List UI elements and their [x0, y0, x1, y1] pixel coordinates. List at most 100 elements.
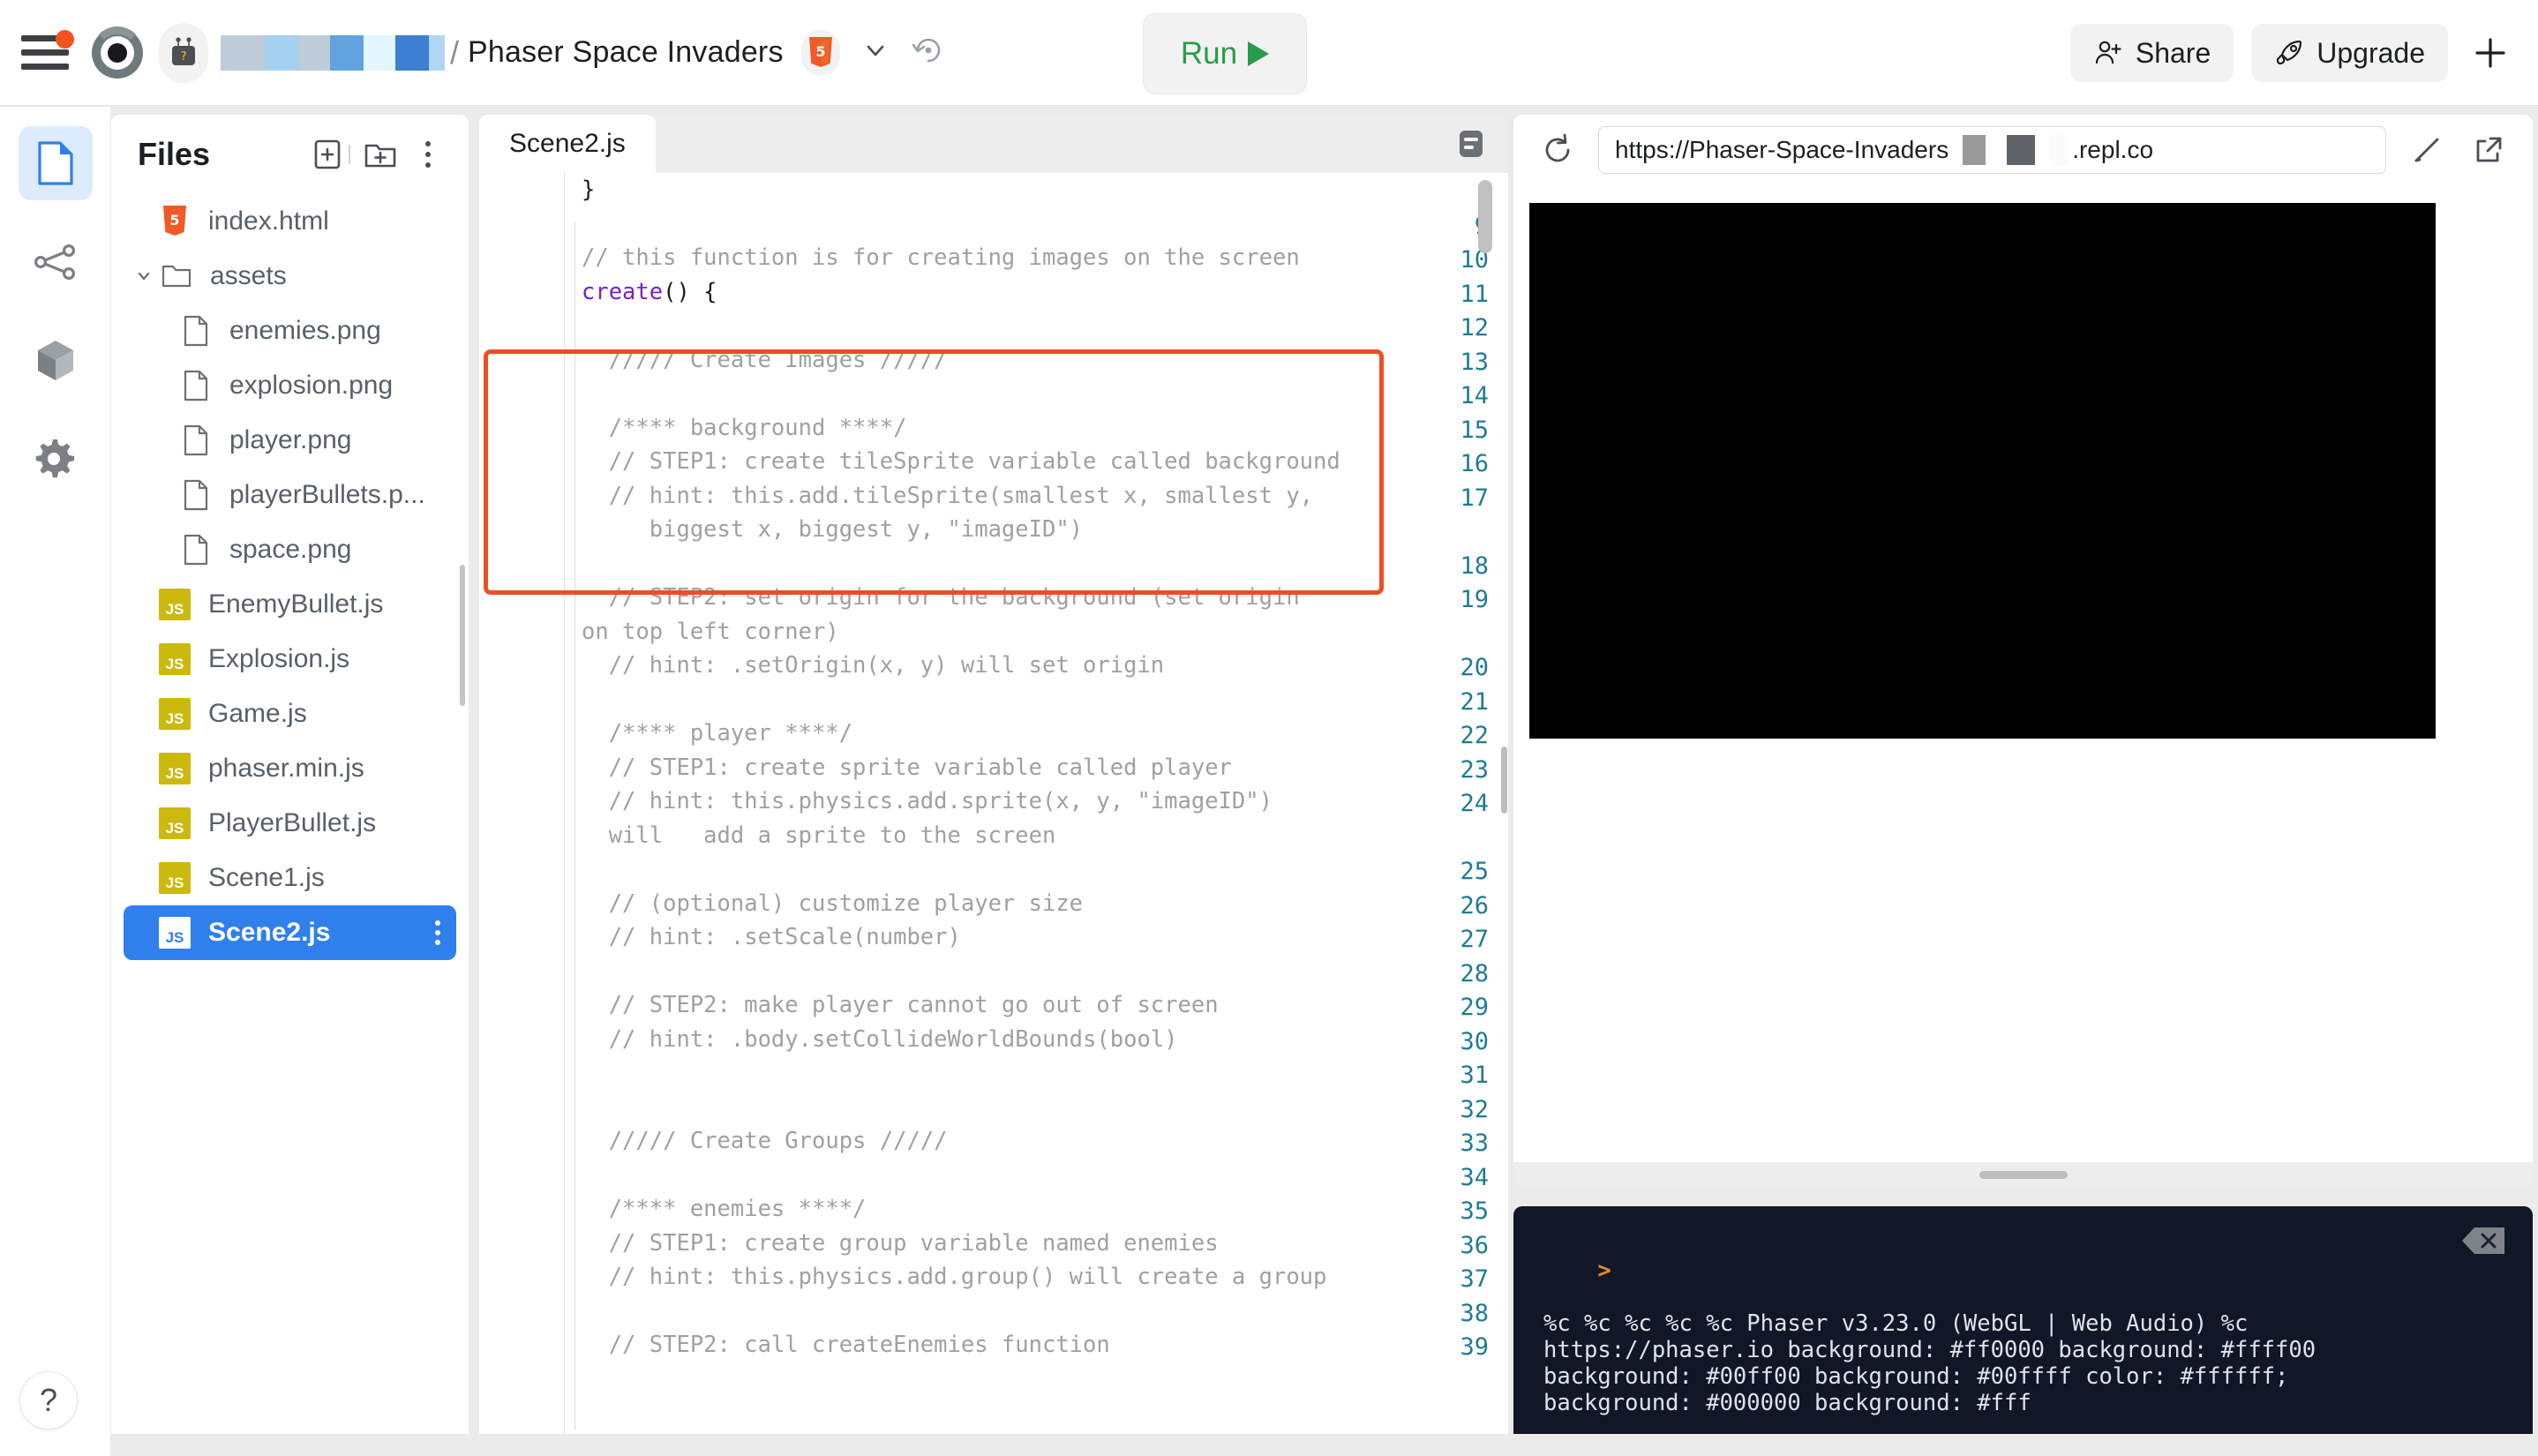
url-input[interactable]: https://Phaser-Space-Invaders .repl.co [1598, 126, 2386, 174]
file-tree-item-scene1-js[interactable]: JSScene1.js [124, 851, 456, 905]
file-type-icon: JS [157, 917, 192, 949]
line-number: 15 [1460, 417, 1489, 444]
share-button[interactable]: Share [2070, 24, 2234, 82]
chevron-down-icon[interactable] [133, 266, 154, 287]
files-scrollbar[interactable] [460, 565, 465, 706]
svg-text:5: 5 [815, 43, 825, 60]
file-tree-item-explosion-png[interactable]: explosion.png [124, 358, 456, 413]
code-line: biggest x, biggest y, "imageID") [582, 513, 1083, 547]
game-preview-canvas[interactable] [1529, 203, 2436, 739]
refresh-icon[interactable] [1536, 129, 1579, 171]
line-number: 36 [1460, 1232, 1489, 1259]
pencil-edit-icon[interactable] [2406, 129, 2448, 171]
file-type-icon [159, 262, 194, 290]
file-tree-item-space-png[interactable]: space.png [124, 522, 456, 577]
hamburger-menu-icon[interactable] [21, 34, 71, 72]
file-tree-item-enemies-png[interactable]: enemies.png [124, 304, 456, 358]
code-punctuation: () { [663, 279, 717, 305]
files-panel-header: Files [111, 115, 469, 194]
file-name-label: Explosion.js [208, 644, 349, 674]
replit-logo-icon[interactable] [90, 26, 145, 80]
run-button-label: Run [1181, 36, 1237, 71]
file-name-label: PlayerBullet.js [208, 808, 376, 838]
file-tree-item-player-png[interactable]: player.png [124, 413, 456, 468]
js-file-icon: JS [159, 589, 191, 620]
redact-block [330, 35, 364, 71]
editor-scrollbar-inner[interactable] [1501, 747, 1507, 814]
line-number: 23 [1460, 756, 1489, 784]
add-new-button[interactable] [2466, 28, 2515, 78]
sidebar-item-packages[interactable] [19, 324, 93, 398]
file-tree-item-explosion-js[interactable]: JS Explosion.js [124, 632, 456, 687]
file-tree-item-game-js[interactable]: JSGame.js [124, 687, 456, 741]
sidebar-item-settings[interactable] [19, 423, 93, 497]
line-number: 17 [1460, 484, 1489, 512]
editor-scrollbar-outer[interactable] [1478, 180, 1492, 253]
code-editor-area[interactable]: }// this function is for creating images… [479, 173, 1508, 1434]
line-number: 35 [1460, 1197, 1489, 1225]
file-type-icon [178, 424, 214, 456]
file-tree-item-scene2-js[interactable]: JSScene2.js [124, 905, 456, 960]
chevron-down-icon[interactable] [860, 34, 891, 71]
clear-console-icon[interactable] [2460, 1226, 2508, 1256]
line-number-gutter [479, 173, 565, 1434]
file-tree-item-playerbullet-js[interactable]: JSPlayerBullet.js [124, 796, 456, 851]
line-number: 32 [1460, 1096, 1489, 1123]
line-number: 38 [1460, 1300, 1489, 1327]
help-button[interactable]: ? [19, 1371, 78, 1430]
kebab-menu-icon[interactable] [409, 135, 447, 174]
file-tree-item-phaser-min-js[interactable]: JSphaser.min.js [124, 741, 456, 796]
file-name-label: index.html [208, 206, 329, 236]
html5-icon: 5 [161, 206, 188, 237]
history-revert-icon[interactable] [911, 33, 946, 72]
format-lines-icon[interactable] [1453, 125, 1489, 167]
file-type-icon [178, 479, 214, 511]
tab-scene2-js[interactable]: Scene2.js [479, 115, 656, 173]
url-redact-block [2007, 135, 2035, 165]
console-panel[interactable]: > %c %c %c %c %c Phaser v3.23.0 (WebGL |… [1513, 1206, 2533, 1434]
file-type-icon: JS [157, 589, 192, 620]
robot-avatar-icon[interactable]: ? [159, 23, 208, 83]
js-file-icon: JS [159, 698, 191, 730]
run-button[interactable]: Run [1143, 13, 1307, 94]
new-file-icon[interactable] [308, 135, 347, 174]
js-file-icon: JS [159, 643, 191, 675]
file-name-label: assets [210, 261, 287, 291]
editor-tab-bar: Scene2.js [479, 115, 1508, 173]
breadcrumb-separator: / [450, 34, 459, 71]
sidebar-item-version-control[interactable] [19, 225, 93, 299]
editor-panel: Scene2.js }// this function is for creat… [479, 115, 1508, 1434]
line-number: 21 [1460, 688, 1489, 716]
line-number: 16 [1460, 450, 1489, 477]
code-content[interactable]: }// this function is for creating images… [566, 173, 1508, 1434]
code-line: /**** enemies ****/ [582, 1192, 866, 1227]
panel-resize-handle[interactable] [1513, 1162, 2533, 1187]
folder-expand-toggle[interactable] [132, 266, 155, 287]
file-tree-item-enemybullet-js[interactable]: JSEnemyBullet.js [124, 577, 456, 632]
file-name-label: playerBullets.p... [229, 480, 425, 510]
file-tree-item-assets[interactable]: assets [124, 249, 456, 304]
plus-icon [2470, 33, 2511, 73]
code-line: // STEP2: set origin for the background … [582, 581, 1300, 615]
redact-block [221, 35, 265, 71]
line-number: 31 [1460, 1062, 1489, 1089]
file-type-icon: JS [157, 698, 192, 730]
hamburger-line-3 [21, 64, 69, 70]
file-tree-item-playerbullets-p-[interactable]: playerBullets.p... [124, 468, 456, 522]
file-type-icon [178, 370, 214, 402]
resize-handle-icon [1979, 1171, 2068, 1179]
file-name-label: Scene1.js [208, 863, 325, 893]
redacted-username-blocks [221, 35, 445, 71]
new-folder-icon[interactable] [361, 135, 400, 174]
file-row-kebab-menu-icon[interactable] [435, 920, 440, 945]
code-line: // hint: this.physics.add.sprite(x, y, "… [582, 784, 1273, 819]
upgrade-button[interactable]: Upgrade [2251, 24, 2448, 82]
code-line: // STEP1: create group variable named en… [582, 1227, 1219, 1261]
console-output: %c %c %c %c %c Phaser v3.23.0 (WebGL | W… [1543, 1310, 2503, 1416]
external-link-icon[interactable] [2467, 129, 2510, 171]
sidebar-item-files[interactable] [19, 126, 93, 200]
code-line: /**** player ****/ [582, 717, 852, 751]
file-tree-item-index-html[interactable]: 5 index.html [124, 194, 456, 249]
code-line: // hint: this.add.tileSprite(smallest x,… [582, 479, 1313, 514]
line-number: 28 [1460, 960, 1489, 987]
